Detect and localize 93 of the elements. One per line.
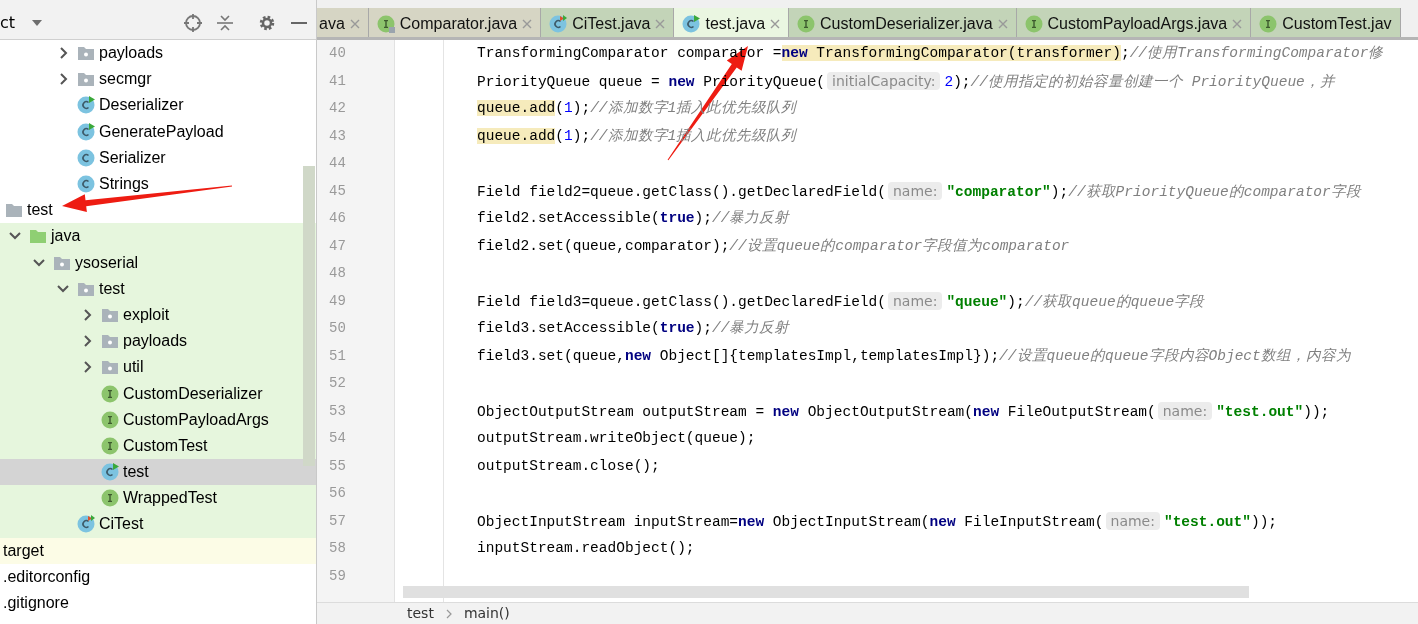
close-icon[interactable] xyxy=(522,19,533,29)
code-line: field2.set(queue,comparator);//设置queue的comparator字段值为comparator xyxy=(476,236,1071,256)
editor-tab[interactable]: CustomDeserializer.java xyxy=(789,8,1017,37)
class-icon xyxy=(77,175,95,194)
line-number: 41 xyxy=(328,71,347,91)
line-number: 58 xyxy=(328,539,347,558)
editor-tab[interactable]: Comparator.java xyxy=(368,8,542,37)
panel-title: ct xyxy=(0,11,16,34)
code-line: Field field3=queue.getClass().getDeclaredField( name: "queue");//获取queue的queue字段 xyxy=(476,290,1206,312)
runnable-class-icon xyxy=(77,122,95,141)
code-line: inputStream.readObject(); xyxy=(476,539,696,558)
editor-tab[interactable]: test.java xyxy=(674,8,790,37)
scrollbar-thumb[interactable] xyxy=(303,166,315,466)
line-number: 57 xyxy=(328,511,347,531)
editor-tab[interactable]: CustomPayloadArgs.java xyxy=(1016,8,1252,37)
dropdown-caret-icon xyxy=(31,18,44,27)
horizontal-scrollbar[interactable] xyxy=(403,586,1249,598)
package-icon xyxy=(101,358,119,377)
code-line: ObjectInputStream inputStream=new ObjectInputStream(new FileInputStream( name: "test.out")); xyxy=(476,510,1279,532)
test-class-icon xyxy=(77,515,95,534)
tree-item[interactable]: WrappedTest xyxy=(0,485,316,512)
tree-item[interactable]: Deserializer xyxy=(0,92,316,119)
interface-icon xyxy=(1024,15,1043,33)
separator-icon xyxy=(445,608,452,619)
line-number: 51 xyxy=(328,346,347,366)
editor-tab[interactable]: CustomTest.jav xyxy=(1251,8,1401,37)
line-number: 50 xyxy=(328,319,347,338)
code-line: Field field2=queue.getClass().getDeclaredField( name: "comparator");//获取PriorityQueue的comparator字段 xyxy=(476,180,1363,202)
editor-tab[interactable]: CiTest.java xyxy=(541,8,675,37)
line-number: 56 xyxy=(328,484,347,503)
tree-item[interactable]: java xyxy=(0,223,316,250)
tree-item[interactable]: test xyxy=(0,459,316,486)
locked-interface-icon xyxy=(376,15,395,33)
close-icon[interactable] xyxy=(349,19,360,29)
line-number: 43 xyxy=(328,126,347,146)
package-icon xyxy=(77,44,95,63)
line-number: 54 xyxy=(328,429,347,448)
line-number: 52 xyxy=(328,374,347,393)
code-line: ObjectOutputStream outputStream = new ObjectOutputStream(new FileOutputStream( name: "test.out")); xyxy=(476,400,1331,422)
breadcrumb[interactable]: test xyxy=(407,603,434,624)
package-icon xyxy=(77,70,95,89)
line-number: 53 xyxy=(328,401,347,421)
tree-item[interactable]: CiTest xyxy=(0,511,316,538)
tree-item[interactable]: .gitignore xyxy=(0,589,316,617)
test-class-icon xyxy=(549,15,568,33)
code-line: field3.setAccessible(true);//暴力反射 xyxy=(476,319,791,338)
line-number: 48 xyxy=(328,264,347,283)
line-number: 45 xyxy=(328,181,347,201)
folder-icon xyxy=(5,201,23,220)
runnable-class-icon xyxy=(682,15,701,33)
tree-item[interactable]: CustomDeserializer xyxy=(0,380,316,407)
source-folder-icon xyxy=(29,227,47,246)
line-number: 47 xyxy=(328,236,347,256)
tree-item[interactable]: GeneratePayload xyxy=(0,118,316,145)
tree-item[interactable]: target xyxy=(0,537,316,564)
tree-item[interactable]: .editorconfig xyxy=(0,563,316,590)
interface-icon xyxy=(1259,15,1278,33)
class-icon xyxy=(77,148,95,167)
crosshair-icon[interactable] xyxy=(184,13,202,32)
code-line: field3.set(queue,new Object[]{templatesImpl,templatesImpl});//设置queue的queue字段内容Object数组，内容为 xyxy=(476,346,1352,366)
code-line: outputStream.writeObject(queue); xyxy=(476,429,757,448)
line-number: 40 xyxy=(328,44,347,63)
tree-item[interactable]: Serializer xyxy=(0,144,316,171)
editor-tab[interactable]: ava xyxy=(317,8,369,37)
line-number: 55 xyxy=(328,456,347,476)
line-number: 46 xyxy=(328,209,347,228)
breadcrumb[interactable]: main() xyxy=(463,603,510,624)
close-icon[interactable] xyxy=(1232,19,1243,29)
line-number: 49 xyxy=(328,291,347,311)
runnable-class-icon xyxy=(77,96,95,115)
collapse-icon[interactable] xyxy=(216,13,234,32)
tree-item[interactable]: secmgr xyxy=(0,66,316,93)
package-icon xyxy=(101,332,119,351)
close-icon[interactable] xyxy=(770,19,781,29)
close-icon[interactable] xyxy=(655,19,666,29)
line-number: 59 xyxy=(328,566,347,586)
close-icon[interactable] xyxy=(997,19,1008,29)
interface-icon xyxy=(101,489,119,508)
settings-icon[interactable] xyxy=(258,13,276,32)
tree-item[interactable]: util xyxy=(0,354,316,381)
tree-item[interactable]: payloads xyxy=(0,328,316,355)
line-number: 42 xyxy=(328,99,347,118)
line-number: 44 xyxy=(328,154,347,173)
tree-item[interactable]: test xyxy=(0,197,316,224)
interface-icon xyxy=(797,15,816,33)
interface-icon xyxy=(101,436,119,455)
code-line: outputStream.close(); xyxy=(476,456,661,476)
code-line: field2.setAccessible(true);//暴力反射 xyxy=(476,209,791,228)
interface-icon xyxy=(101,384,119,403)
tree-item[interactable]: Strings xyxy=(0,170,316,198)
interface-icon xyxy=(101,410,119,429)
runnable-class-icon xyxy=(101,463,119,482)
tree-item[interactable]: payloads xyxy=(0,40,316,67)
